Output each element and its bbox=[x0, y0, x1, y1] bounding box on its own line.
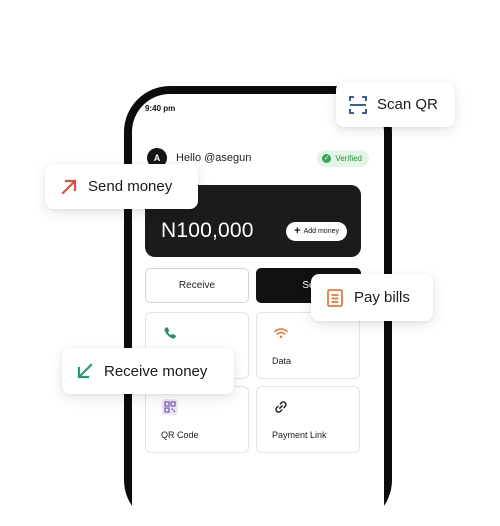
tile-data[interactable]: Data bbox=[256, 312, 360, 379]
check-icon: ✓ bbox=[322, 153, 332, 163]
balance-amount: N100,000 bbox=[161, 219, 254, 242]
receive-button[interactable]: Receive bbox=[145, 268, 249, 303]
tile-qr-code[interactable]: QR Code bbox=[145, 386, 249, 453]
tile-label: Data bbox=[272, 356, 292, 366]
callout-label: Pay bills bbox=[354, 289, 410, 306]
scan-qr-icon bbox=[349, 95, 367, 114]
add-money-label: Add money bbox=[303, 228, 339, 235]
bill-icon bbox=[327, 288, 343, 307]
qr-code-icon bbox=[162, 399, 178, 415]
callout-label: Scan QR bbox=[377, 96, 438, 113]
wifi-icon bbox=[274, 328, 288, 339]
verified-label: Verified bbox=[335, 153, 362, 163]
tile-label: Payment Link bbox=[272, 430, 327, 440]
add-money-button[interactable]: + Add money bbox=[286, 222, 347, 241]
tile-label: QR Code bbox=[161, 430, 199, 440]
plus-icon: + bbox=[294, 225, 301, 237]
scan-qr-callout[interactable]: Scan QR bbox=[336, 82, 455, 127]
greeting-text: Hello @asegun bbox=[176, 152, 252, 164]
link-icon bbox=[275, 401, 287, 413]
arrow-up-right-icon bbox=[61, 178, 77, 195]
callout-label: Send money bbox=[88, 178, 173, 195]
callout-label: Receive money bbox=[104, 362, 208, 380]
status-time: 9:40 pm bbox=[145, 104, 176, 113]
send-money-callout[interactable]: Send money bbox=[45, 164, 198, 209]
verified-badge: ✓ Verified bbox=[317, 149, 369, 167]
arrow-down-left-icon bbox=[77, 363, 93, 379]
pay-bills-callout[interactable]: Pay bills bbox=[311, 274, 433, 321]
tile-payment-link[interactable]: Payment Link bbox=[256, 386, 360, 453]
receive-money-callout[interactable]: Receive money bbox=[62, 348, 234, 394]
phone-icon bbox=[164, 327, 176, 339]
